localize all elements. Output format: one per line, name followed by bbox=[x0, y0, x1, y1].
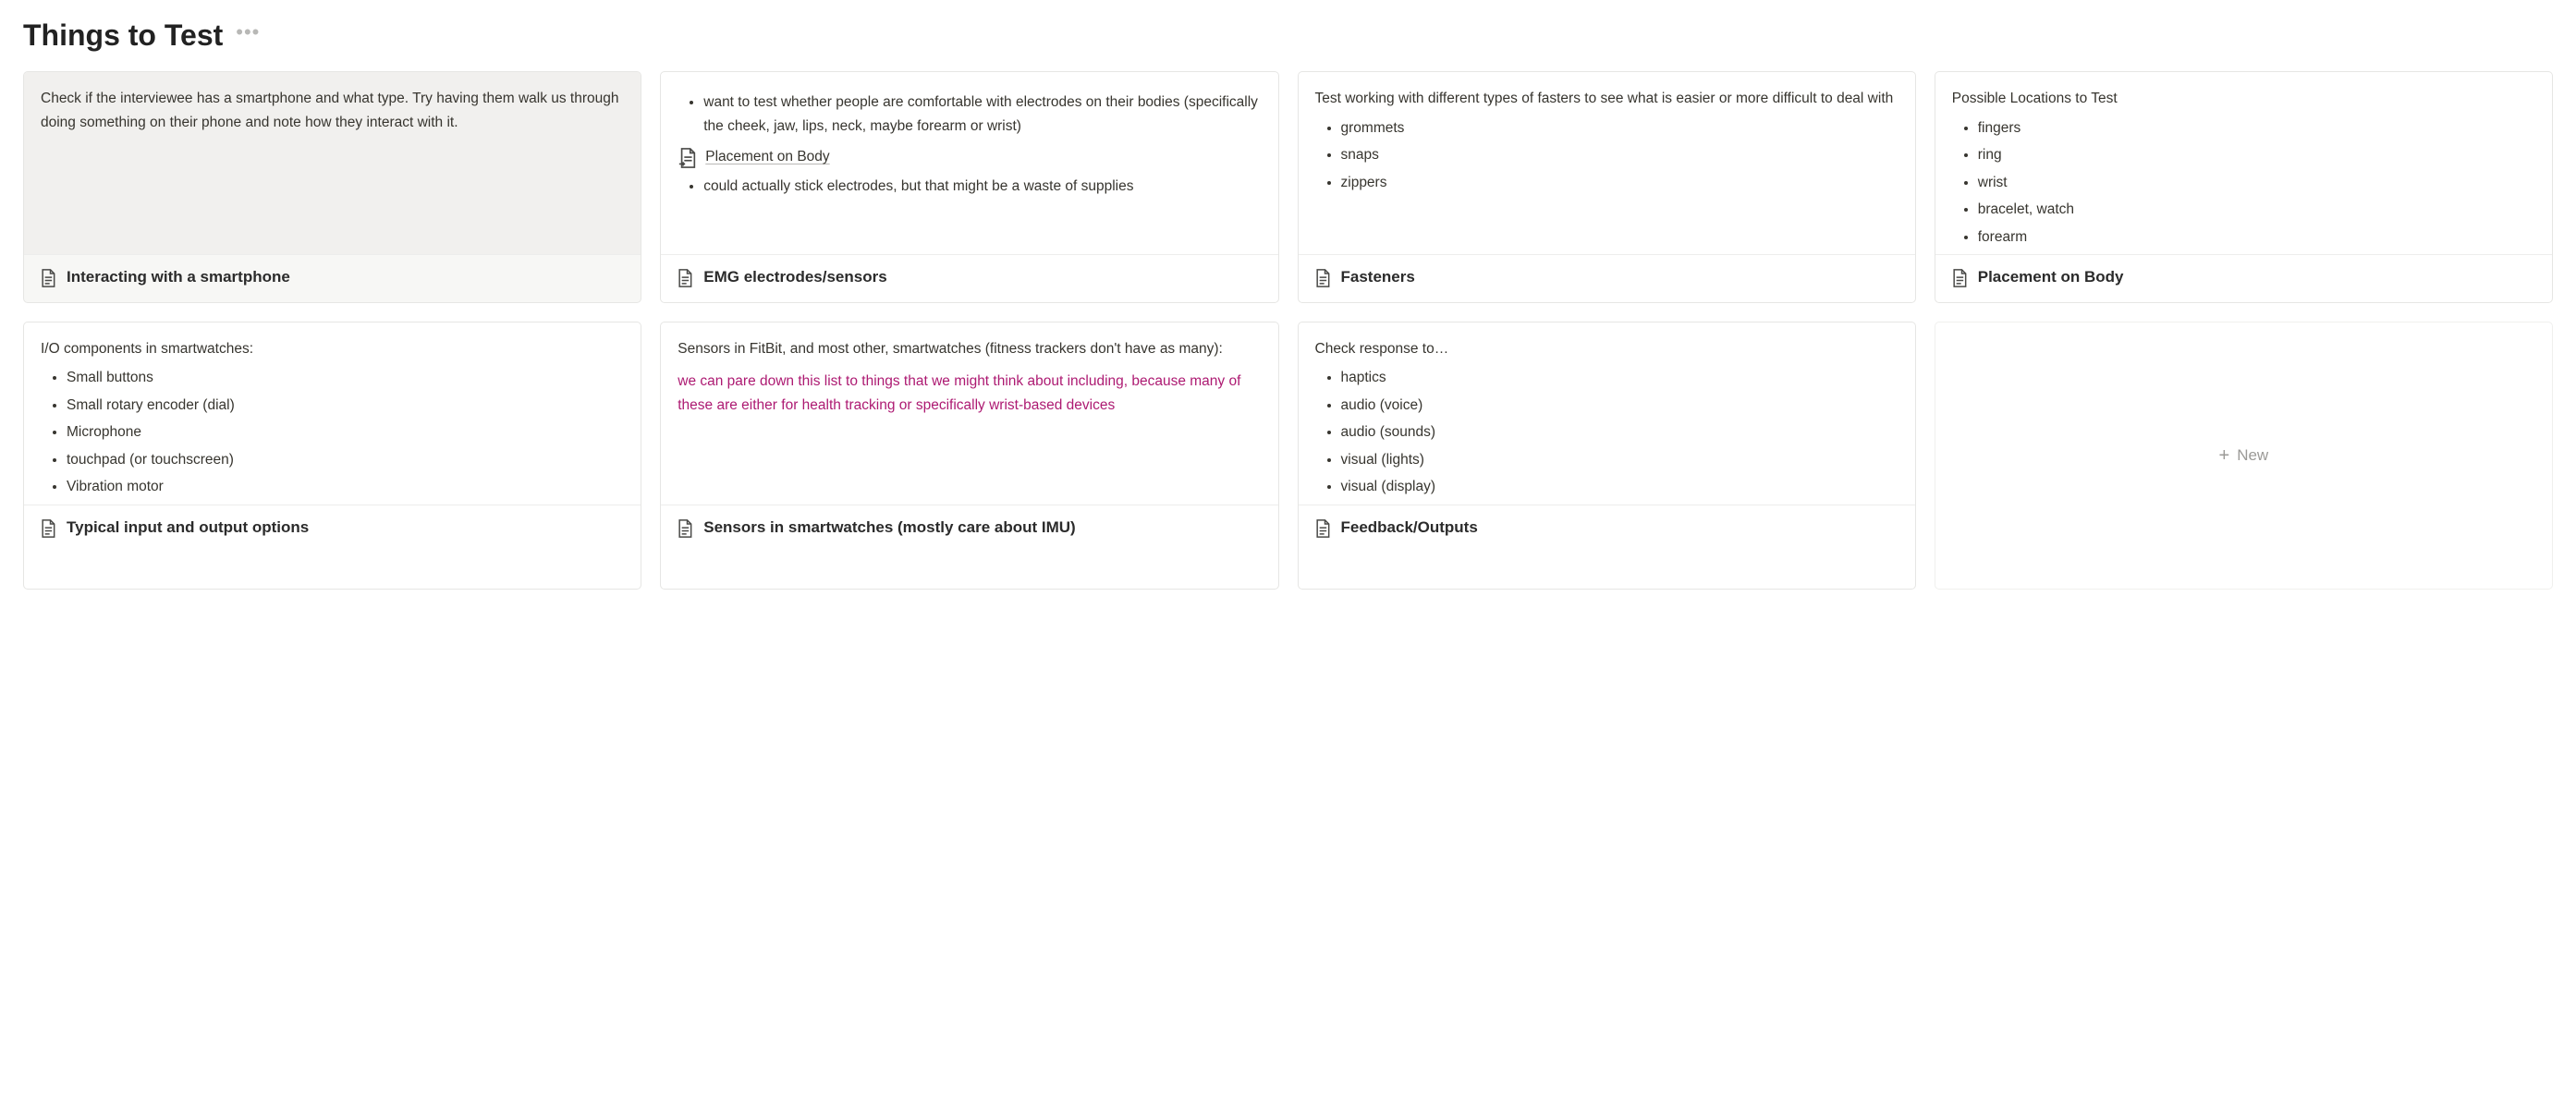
preview-text: Check response to… bbox=[1315, 337, 1898, 361]
card-title-row: Interacting with a smartphone bbox=[24, 255, 641, 302]
card-title: Typical input and output options bbox=[67, 517, 309, 540]
card-title-row: Sensors in smartwatches (mostly care abo… bbox=[661, 505, 1277, 553]
preview-bullets: fingers ring wrist bracelet, watch forea… bbox=[1952, 116, 2535, 249]
preview-note: we can pare down this list to things tha… bbox=[678, 370, 1261, 417]
preview-text: Sensors in FitBit, and most other, smart… bbox=[678, 337, 1261, 361]
preview-bullets: haptics audio (voice) audio (sounds) vis… bbox=[1315, 366, 1898, 499]
preview-text: Possible Locations to Test bbox=[1952, 87, 2535, 111]
card-typical-io[interactable]: I/O components in smartwatches: Small bu… bbox=[23, 322, 641, 590]
card-emg-electrodes[interactable]: want to test whether people are comforta… bbox=[660, 71, 1278, 303]
card-title: Feedback/Outputs bbox=[1341, 517, 1478, 540]
list-item: zippers bbox=[1341, 171, 1898, 195]
section-header: Things to Test ••• bbox=[23, 18, 2553, 53]
list-item: forearm bbox=[1978, 225, 2535, 249]
preview-text: Check if the interviewee has a smartphon… bbox=[41, 87, 624, 134]
list-item: Small rotary encoder (dial) bbox=[67, 394, 624, 418]
card-sensors-smartwatches[interactable]: Sensors in FitBit, and most other, smart… bbox=[660, 322, 1278, 590]
card-preview: I/O components in smartwatches: Small bu… bbox=[24, 322, 641, 505]
list-item: Small buttons bbox=[67, 366, 624, 390]
sub-page-link[interactable]: Placement on Body bbox=[678, 145, 1261, 169]
section-title[interactable]: Things to Test bbox=[23, 18, 223, 53]
new-card-label: New bbox=[2237, 446, 2268, 465]
card-title: Interacting with a smartphone bbox=[67, 266, 290, 289]
card-preview: Test working with different types of fas… bbox=[1299, 72, 1915, 255]
preview-bullets: grommets snaps zippers bbox=[1315, 116, 1898, 195]
list-item: wrist bbox=[1978, 171, 2535, 195]
new-card-button[interactable]: + New bbox=[1935, 322, 2553, 590]
card-preview: want to test whether people are comforta… bbox=[661, 72, 1277, 255]
card-interacting-smartphone[interactable]: ••• Check if the interviewee has a smart… bbox=[23, 71, 641, 303]
list-item: visual (lights) bbox=[1341, 448, 1898, 472]
list-item: audio (voice) bbox=[1341, 394, 1898, 418]
card-title-row: Typical input and output options bbox=[24, 505, 641, 553]
card-title: Fasteners bbox=[1341, 266, 1415, 289]
list-item: visual (display) bbox=[1341, 475, 1898, 499]
preview-bullets: Small buttons Small rotary encoder (dial… bbox=[41, 366, 624, 499]
plus-icon: + bbox=[2219, 445, 2230, 467]
list-item: ring bbox=[1978, 143, 2535, 167]
list-item: could actually stick electrodes, but tha… bbox=[703, 175, 1261, 199]
page-link-icon bbox=[678, 147, 698, 169]
preview-text: I/O components in smartwatches: bbox=[41, 337, 624, 361]
page-icon bbox=[1313, 268, 1332, 288]
card-title: EMG electrodes/sensors bbox=[703, 266, 886, 289]
list-item: grommets bbox=[1341, 116, 1898, 140]
page-icon bbox=[1950, 268, 1969, 288]
list-item: audio (sounds) bbox=[1341, 420, 1898, 444]
card-fasteners[interactable]: Test working with different types of fas… bbox=[1298, 71, 1916, 303]
card-title-row: Placement on Body bbox=[1935, 255, 2552, 302]
page-icon bbox=[39, 268, 57, 288]
list-item: haptics bbox=[1341, 366, 1898, 390]
card-title: Sensors in smartwatches (mostly care abo… bbox=[703, 517, 1075, 540]
section-more-icon[interactable]: ••• bbox=[232, 20, 263, 44]
card-preview: Possible Locations to Test fingers ring … bbox=[1935, 72, 2552, 255]
list-item: touchpad (or touchscreen) bbox=[67, 448, 624, 472]
list-item: Vibration motor bbox=[67, 475, 624, 499]
preview-text: Test working with different types of fas… bbox=[1315, 87, 1898, 111]
list-item: want to test whether people are comforta… bbox=[703, 91, 1261, 138]
card-title: Placement on Body bbox=[1978, 266, 2124, 289]
card-placement-on-body[interactable]: Possible Locations to Test fingers ring … bbox=[1935, 71, 2553, 303]
page-icon bbox=[1313, 518, 1332, 539]
card-title-row: Fasteners bbox=[1299, 255, 1915, 302]
page-icon bbox=[676, 268, 694, 288]
list-item: Microphone bbox=[67, 420, 624, 444]
preview-bullets: could actually stick electrodes, but tha… bbox=[678, 175, 1261, 199]
list-item: fingers bbox=[1978, 116, 2535, 140]
list-item: snaps bbox=[1341, 143, 1898, 167]
gallery-grid: ••• Check if the interviewee has a smart… bbox=[23, 71, 2553, 590]
card-preview: Check response to… haptics audio (voice)… bbox=[1299, 322, 1915, 505]
card-feedback-outputs[interactable]: Check response to… haptics audio (voice)… bbox=[1298, 322, 1916, 590]
sub-page-link-label: Placement on Body bbox=[705, 145, 829, 169]
page-icon bbox=[39, 518, 57, 539]
card-title-row: Feedback/Outputs bbox=[1299, 505, 1915, 553]
page-icon bbox=[676, 518, 694, 539]
list-item: bracelet, watch bbox=[1978, 198, 2535, 222]
card-title-row: EMG electrodes/sensors bbox=[661, 255, 1277, 302]
card-preview: Sensors in FitBit, and most other, smart… bbox=[661, 322, 1277, 505]
preview-bullets: want to test whether people are comforta… bbox=[678, 91, 1261, 138]
card-preview: Check if the interviewee has a smartphon… bbox=[24, 72, 641, 255]
